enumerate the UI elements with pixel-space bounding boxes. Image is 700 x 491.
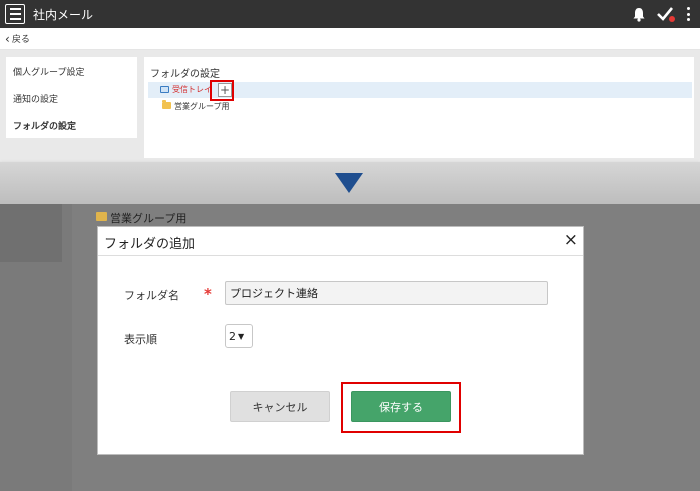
app-header: 社内メール (0, 0, 700, 28)
sidebar-item-folder[interactable]: フォルダの設定 (13, 119, 76, 132)
sidebar-item-notification[interactable]: 通知の設定 (13, 92, 58, 105)
highlight-add-button (210, 80, 234, 101)
dialog-header: フォルダの追加 × (98, 227, 583, 256)
required-mark: * (204, 285, 212, 303)
tree-label-sales-group[interactable]: 営業グループ用 (174, 101, 230, 112)
folder-name-label: フォルダ名 (124, 289, 179, 302)
sidebar-item-personal-group[interactable]: 個人グループ設定 (13, 65, 84, 78)
chevron-down-icon: ▼ (238, 331, 245, 341)
down-arrow-icon (335, 173, 363, 193)
back-link[interactable]: ‹ 戻る (5, 31, 30, 46)
todo-check-icon[interactable] (656, 5, 675, 23)
tree-label-inbox[interactable]: 受信トレイ (172, 84, 212, 95)
display-order-value: 2 (229, 329, 236, 343)
inbox-tray-icon (160, 86, 169, 93)
folder-icon (96, 212, 107, 221)
dimmed-sidebar (0, 204, 62, 262)
display-order-select[interactable]: 2 ▼ (225, 324, 253, 348)
back-label: 戻る (11, 35, 30, 45)
background-folder-label: 営業グループ用 (110, 212, 187, 225)
highlight-save-button (341, 382, 461, 433)
folder-settings-panel: フォルダの設定 受信トレイ + 営業グループ用 (144, 57, 694, 158)
display-order-label: 表示順 (124, 333, 157, 346)
cancel-button[interactable]: キャンセル (230, 391, 330, 422)
chevron-left-icon: ‹ (5, 31, 10, 46)
hamburger-menu-icon[interactable] (5, 4, 25, 24)
back-bar: ‹ 戻る (0, 28, 700, 50)
step-transition-band (0, 162, 700, 204)
close-icon[interactable]: × (564, 230, 578, 250)
notification-dot (669, 16, 675, 22)
dialog-title: フォルダの追加 (104, 237, 196, 252)
bell-icon[interactable] (632, 7, 646, 22)
page-title: フォルダの設定 (150, 69, 220, 80)
more-options-icon[interactable] (686, 7, 690, 21)
app-title: 社内メール (33, 8, 94, 22)
folder-icon (162, 100, 171, 109)
settings-sidebar: 個人グループ設定 通知の設定 フォルダの設定 (6, 57, 137, 138)
folder-name-input[interactable] (225, 281, 548, 305)
